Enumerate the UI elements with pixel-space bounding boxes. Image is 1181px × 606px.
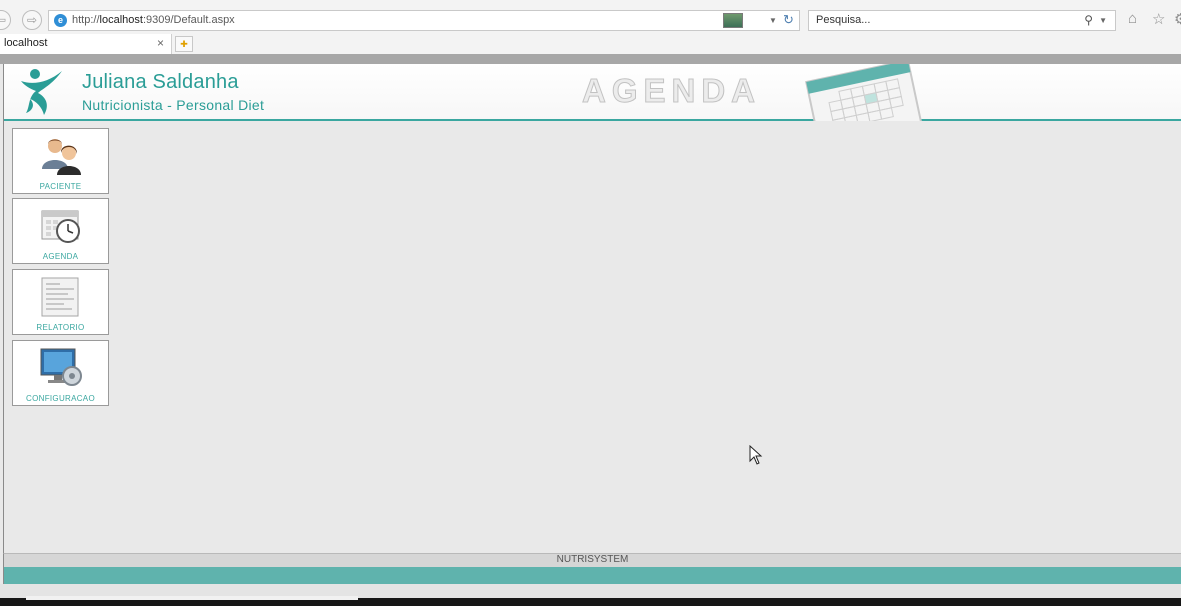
menu-label: CONFIGURACAO [26,394,95,403]
nutrition-logo-icon [21,69,62,115]
section-title: AGENDA [581,72,762,110]
home-icon[interactable]: ⌂ [1128,10,1137,27]
favorites-star-icon[interactable]: ☆ [1152,10,1165,28]
url-rest: :9309/Default.aspx [142,14,235,26]
taskbar-highlight [26,596,358,600]
menu-label: PACIENTE [39,182,82,191]
search-placeholder: Pesquisa... [816,14,871,26]
forward-icon[interactable]: ⇨ [22,10,42,30]
close-tab-icon[interactable]: × [157,34,164,53]
nutritionist-name: Juliana Saldanha [82,71,239,93]
ie-page-icon: e [54,14,67,27]
settings-monitor-icon [40,348,82,386]
url-prefix: http:// [72,14,100,26]
dropdown-arrow-icon[interactable]: ▼ [769,11,777,30]
mouse-cursor-icon [749,445,763,465]
page-footer: NUTRISYSTEM [3,553,1181,567]
menu-label: RELATORIO [36,323,85,332]
toolbar-divider [0,54,1181,64]
patients-icon [42,139,81,175]
menu-label: AGENDA [42,252,79,261]
new-tab-icon[interactable]: ✚ [175,36,193,52]
browser-toolbar: ⇦ ⇨ e http://localhost:9309/Default.aspx… [0,0,1181,34]
tab-localhost[interactable]: localhost × [0,34,172,54]
back-icon[interactable]: ⇦ [0,10,11,30]
page-body: Juliana Saldanha Nutricionista - Persona… [3,64,1181,584]
menu-button-relatorio[interactable]: RELATORIO [12,269,109,335]
nutritionist-subtitle: Nutricionista - Personal Diet [82,97,265,113]
address-bar[interactable]: e http://localhost:9309/Default.aspx ▼ ↻ [48,10,800,31]
url-host: localhost [99,14,143,26]
site-header: Juliana Saldanha Nutricionista - Persona… [4,64,1181,121]
tab-strip: localhost × ✚ [0,34,1181,54]
menu-button-configuracao[interactable]: CONFIGURACAO [12,340,109,406]
refresh-icon[interactable]: ↻ [783,10,794,29]
report-icon [41,277,79,317]
footer-bar [3,567,1181,584]
search-dropdown-icon[interactable]: ▼ [1099,11,1107,30]
tab-title: localhost [4,37,48,49]
menu-button-agenda[interactable]: AGENDA [12,198,109,264]
compatibility-view-icon[interactable] [723,13,743,28]
search-icon[interactable]: ⚲ [1084,11,1093,30]
menu-button-paciente[interactable]: PACIENTE [12,128,109,194]
calendar-graphic-icon [805,64,924,121]
tools-gear-icon[interactable]: ⚙ [1174,10,1181,28]
calendar-clock-icon [41,210,80,243]
search-input[interactable]: Pesquisa... ⚲ ▼ [808,10,1116,31]
